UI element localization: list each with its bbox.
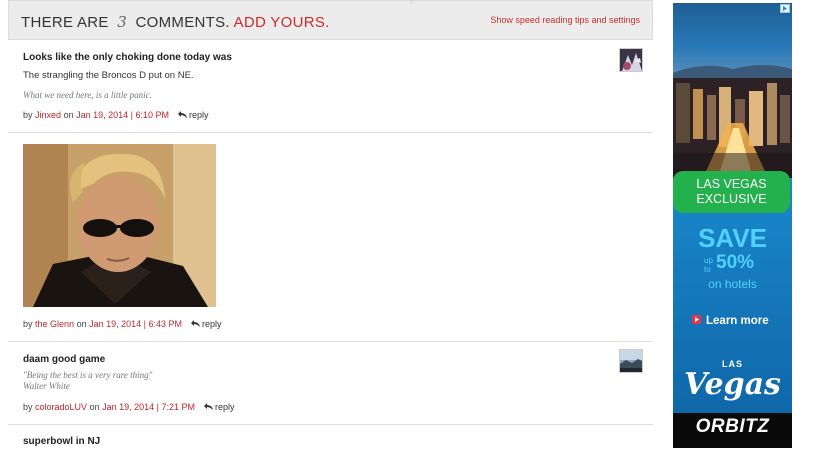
vegas-hotel-ad[interactable]: LAS VEGAS EXCLUSIVE SAVE up to 50% on ho… [673,3,792,448]
reply-label: reply [202,319,222,329]
comment-count: 3 [117,13,128,31]
comment-title: daam good game [23,354,106,365]
reply-arrow-icon [203,403,213,410]
date-link[interactable]: Jan 19, 2014 | 6:43 PM [89,319,182,329]
up-to-label: up to [704,256,713,274]
orbitz-logo: ORBITZ [695,416,770,437]
heading-suffix: COMMENTS. [135,14,230,31]
learn-more-button[interactable]: Learn more [706,315,769,327]
badge-line2: EXCLUSIVE [696,192,767,206]
las-vegas-logo-script: Vegas [684,367,781,402]
save-headline: SAVE [698,223,767,253]
date-link[interactable]: Jan 19, 2014 | 6:10 PM [76,110,169,120]
add-comment-link[interactable]: ADD YOURS. [234,14,330,31]
avatar[interactable] [619,349,643,373]
avatar-image-icon [620,350,642,372]
discount-percent: 50% [716,252,755,273]
comment-meta: by Jinxed on Jan 19, 2014 | 6:10 PM repl… [23,110,209,120]
to-label: to [704,265,711,274]
signature-attribution: Walter White [23,381,70,391]
comment-signature: "Being the best is a very rare thing" Wa… [23,370,152,392]
comment-body: The strangling the Broncos D put on NE. [23,70,194,81]
avatar-image-icon [620,49,642,71]
signature-quote: "Being the best is a very rare thing" [23,370,153,380]
up-label: up [704,256,713,265]
avatar[interactable] [619,48,643,72]
comment-item: daam good game "Being the best is a very… [8,342,653,425]
exclusive-badge: LAS VEGAS EXCLUSIVE [673,177,790,207]
author-link[interactable]: coloradoLUV [35,402,87,412]
on-hotels-label: on hotels [708,277,757,291]
reply-arrow-icon [177,111,187,118]
reply-button[interactable]: reply [203,402,235,412]
comments-header: THERE ARE 3 COMMENTS. ADD YOURS. Show sp… [8,0,653,40]
reply-arrow-icon [190,320,200,327]
reply-button[interactable]: reply [177,110,209,120]
reply-button[interactable]: reply [190,319,222,329]
adchoices-triangle-icon [783,6,787,11]
date-link[interactable]: Jan 19, 2014 | 7:21 PM [102,402,195,412]
by-label: by [23,402,33,412]
comment-signature: What we need here, is a little panic. [23,90,152,100]
comment-item: superbowl in NJ [8,425,653,461]
comment-image [23,144,216,307]
comments-section: THERE ARE 3 COMMENTS. ADD YOURS. Show sp… [8,0,655,461]
on-label: on [76,319,87,329]
comments-count-heading: THERE ARE 3 COMMENTS. ADD YOURS. [21,13,330,31]
comment-meta: by the Glenn on Jan 19, 2014 | 6:43 PM r… [23,319,222,329]
by-label: by [23,319,33,329]
comment-item: Looks like the only choking done today w… [8,40,653,133]
reply-label: reply [189,110,209,120]
sunglasses-man-image [23,144,216,307]
author-link[interactable]: Jinxed [35,110,61,120]
comment-title: superbowl in NJ [23,436,101,447]
badge-line1: LAS VEGAS [696,177,767,191]
heading-prefix: THERE ARE [21,14,109,31]
on-label: on [63,110,74,120]
speed-reading-tips-link[interactable]: Show speed reading tips and settings [490,15,640,25]
comment-meta: by coloradoLUV on Jan 19, 2014 | 7:21 PM… [23,402,235,412]
comment-item: by the Glenn on Jan 19, 2014 | 6:43 PM r… [8,133,653,342]
author-link[interactable]: the Glenn [35,319,74,329]
reply-label: reply [215,402,235,412]
comment-title: Looks like the only choking done today w… [23,52,232,63]
adchoices-icon[interactable] [780,4,790,13]
on-label: on [89,402,100,412]
header-divider [411,0,412,4]
by-label: by [23,110,33,120]
